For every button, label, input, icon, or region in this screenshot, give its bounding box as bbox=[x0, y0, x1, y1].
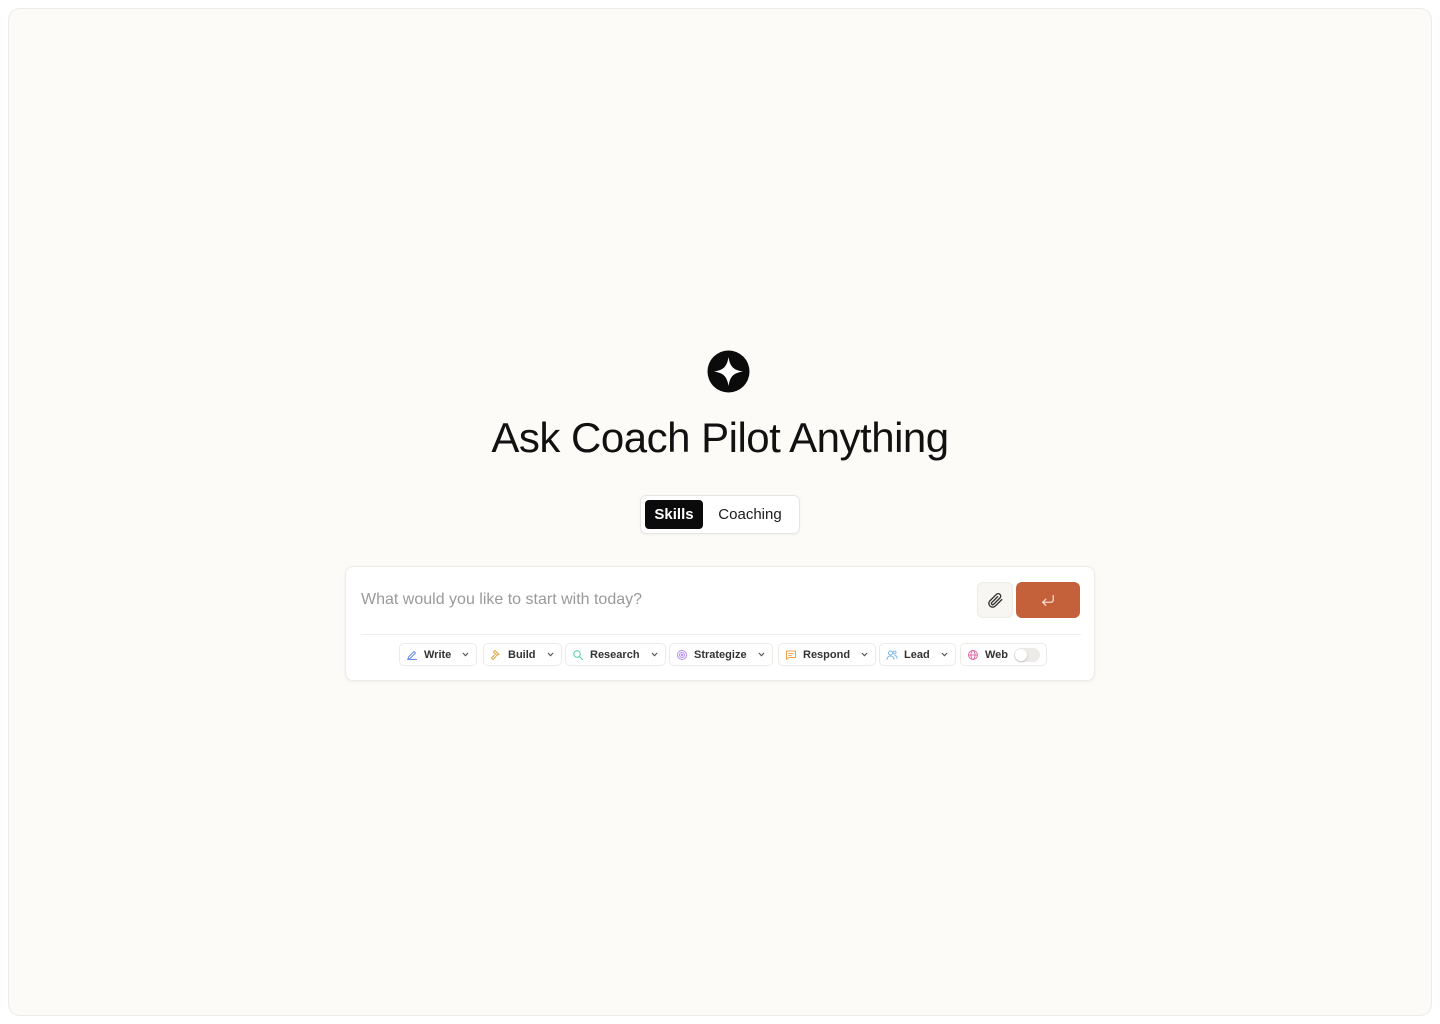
skill-write-dropdown[interactable]: Write bbox=[399, 643, 478, 666]
prompt-composer: Write Build Research Strategize bbox=[345, 566, 1095, 681]
message-icon bbox=[785, 649, 797, 661]
skill-label: Research bbox=[590, 648, 640, 661]
skill-label: Respond bbox=[803, 648, 851, 661]
attach-button[interactable] bbox=[977, 582, 1013, 618]
users-icon bbox=[886, 649, 898, 661]
prompt-input[interactable] bbox=[361, 585, 961, 615]
chevron-down-icon bbox=[546, 650, 555, 659]
chevron-down-icon bbox=[940, 650, 949, 659]
tab-coaching[interactable]: Coaching bbox=[707, 500, 793, 529]
send-button[interactable] bbox=[1016, 582, 1080, 618]
skill-label: Build bbox=[508, 648, 536, 661]
hammer-icon bbox=[490, 649, 502, 661]
pen-icon bbox=[406, 649, 418, 661]
sparkle-icon bbox=[707, 350, 750, 393]
chevron-down-icon bbox=[650, 650, 659, 659]
search-icon bbox=[572, 649, 584, 661]
skill-build-dropdown[interactable]: Build bbox=[483, 643, 562, 666]
target-icon bbox=[676, 649, 688, 661]
chevron-down-icon bbox=[757, 650, 766, 659]
chevron-down-icon bbox=[860, 650, 869, 659]
skill-label: Lead bbox=[904, 648, 930, 661]
globe-icon bbox=[967, 649, 979, 661]
paperclip-icon bbox=[988, 593, 1003, 608]
enter-icon bbox=[1042, 594, 1054, 606]
skill-label: Strategize bbox=[694, 648, 747, 661]
tab-skills[interactable]: Skills bbox=[645, 500, 703, 529]
mode-switch: Skills Coaching bbox=[640, 495, 800, 534]
skill-lead-dropdown[interactable]: Lead bbox=[879, 643, 956, 666]
skill-label: Write bbox=[424, 648, 452, 661]
web-toggle-switch[interactable] bbox=[1014, 647, 1041, 662]
web-toggle-label: Web bbox=[985, 648, 1009, 661]
skill-strategize-dropdown[interactable]: Strategize bbox=[669, 643, 773, 666]
chevron-down-icon bbox=[461, 650, 470, 659]
web-search-toggle[interactable]: Web bbox=[960, 643, 1048, 666]
page-title: Ask Coach Pilot Anything bbox=[491, 414, 949, 461]
skill-respond-dropdown[interactable]: Respond bbox=[778, 643, 877, 666]
skill-research-dropdown[interactable]: Research bbox=[565, 643, 666, 666]
composer-divider bbox=[361, 634, 1081, 635]
